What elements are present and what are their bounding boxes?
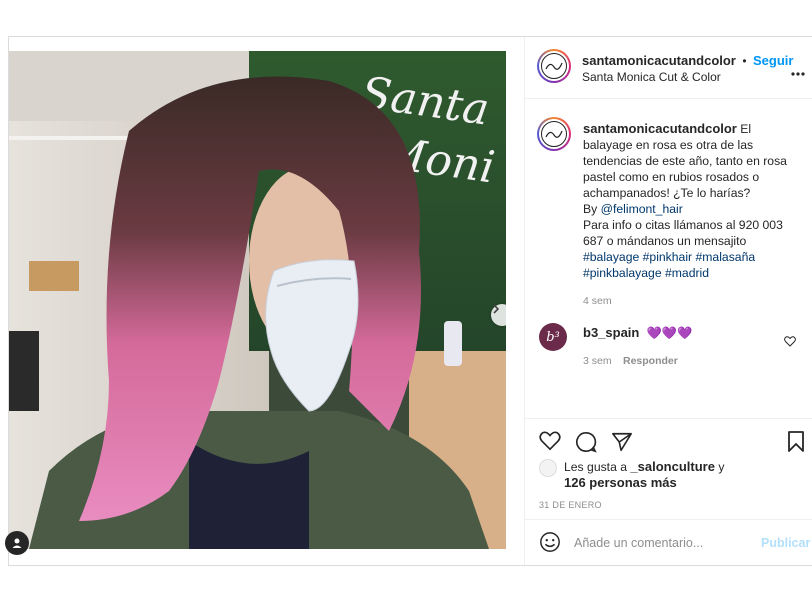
likes-suffix: y (718, 460, 725, 474)
publish-button[interactable]: Publicar (761, 536, 810, 550)
comment-icon (576, 432, 597, 453)
add-comment-bar: Añade un comentario... Publicar (525, 519, 812, 566)
liker-avatar[interactable] (539, 459, 557, 477)
profile-avatar[interactable] (537, 49, 571, 83)
next-arrow-button[interactable] (491, 304, 506, 326)
comment-input[interactable]: Añade un comentario... (574, 536, 703, 550)
caption-time[interactable]: 4 sem (583, 293, 793, 309)
share-button[interactable] (611, 431, 633, 458)
caption: santamonicacutandcolor El balayage en ro… (583, 121, 793, 309)
salon-logo (541, 121, 567, 147)
more-icon (791, 72, 805, 76)
post-date[interactable]: 31 DE ENERO (539, 500, 602, 510)
liker-username[interactable]: _salonculture (630, 459, 715, 474)
comment-like-button[interactable] (784, 334, 796, 352)
likes-summary: Les gusta a _salonculture y 126 personas… (564, 459, 764, 491)
comment-text: 💜💜💜 (646, 326, 693, 340)
hashtag-link[interactable]: #pinkbalayage (583, 266, 662, 280)
emoji-icon (540, 532, 560, 552)
more-options-button[interactable] (791, 63, 805, 81)
save-button[interactable] (787, 431, 805, 458)
post-username[interactable]: santamonicacutandcolor (582, 53, 736, 68)
post-image[interactable]: Santa Moni (9, 51, 506, 549)
bookmark-icon (788, 431, 804, 452)
caption-contact: Para info o citas llámanos al 920 003 68… (583, 218, 783, 248)
heart-icon (539, 431, 561, 451)
likes-count[interactable]: 126 personas más (564, 475, 677, 490)
like-button[interactable] (539, 431, 561, 456)
comment: b3_spain 💜💜💜 3 sem Responder (583, 325, 692, 367)
hashtag-link[interactable]: #balayage (583, 250, 639, 264)
hashtag-link[interactable]: #pinkhair (643, 250, 692, 264)
caption-avatar[interactable] (537, 117, 571, 151)
next-arrow-icon (493, 304, 500, 314)
share-icon (612, 432, 632, 452)
comment-time[interactable]: 3 sem (583, 355, 612, 367)
comment-username[interactable]: b3_spain (583, 325, 639, 340)
caption-username[interactable]: santamonicacutandcolor (583, 121, 737, 136)
separator-dot: • (742, 54, 747, 68)
mention-link[interactable]: @felimont_hair (601, 202, 683, 216)
likes-prefix: Les gusta a (564, 460, 628, 474)
follow-button[interactable]: Seguir (753, 53, 793, 68)
caption-by: By (583, 202, 598, 216)
action-bar: Les gusta a _salonculture y 126 personas… (525, 418, 812, 565)
commenter-avatar[interactable]: b³ (539, 323, 567, 351)
user-tag-button[interactable] (5, 531, 29, 555)
hashtag-link[interactable]: #madrid (665, 266, 709, 280)
post-photo-illustration: Santa Moni (9, 51, 506, 549)
post-location[interactable]: Santa Monica Cut & Color (582, 70, 721, 84)
heart-icon (784, 336, 796, 347)
post-side-panel: santamonicacutandcolor • Seguir Santa Mo… (524, 37, 812, 565)
reply-button[interactable]: Responder (623, 355, 678, 367)
user-tag-icon (12, 538, 22, 548)
comment-button[interactable] (575, 431, 597, 458)
post-header: santamonicacutandcolor • Seguir Santa Mo… (525, 37, 812, 99)
hashtag-link[interactable]: #malasaña (696, 250, 756, 264)
post-card: Santa Moni santamonicacutandcolor • Segu… (5, 36, 812, 566)
salon-logo (541, 53, 567, 79)
emoji-button[interactable] (539, 531, 561, 558)
